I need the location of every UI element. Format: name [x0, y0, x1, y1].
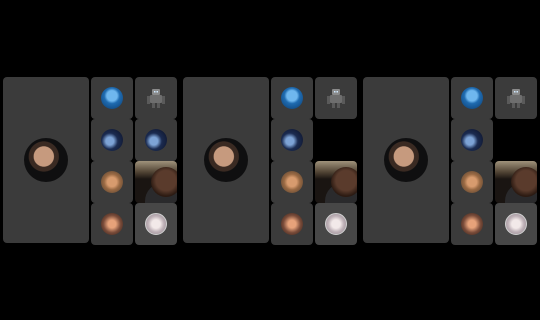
participant-tile-r2c1[interactable]	[495, 161, 537, 203]
dark-artwork-avatar	[461, 129, 483, 151]
robot-avatar	[147, 89, 165, 108]
blonde-avatar	[101, 171, 123, 193]
participant-tile-r2c0[interactable]	[91, 161, 133, 203]
camera-feed	[151, 167, 177, 197]
blonde-avatar	[461, 171, 483, 193]
participant-tile-r0c1[interactable]	[495, 77, 537, 119]
participant-tile-r0c0[interactable]	[91, 77, 133, 119]
camera-feed	[331, 167, 357, 197]
white-hair-avatar	[325, 213, 347, 235]
participant-tile-r3c0[interactable]	[451, 203, 493, 245]
participant-tile-r2c0[interactable]	[271, 161, 313, 203]
participant-tile-r1c1[interactable]	[135, 119, 177, 161]
blue-abstract-avatar	[101, 87, 123, 109]
panel-2	[183, 77, 361, 245]
cat-avatar	[281, 213, 303, 235]
cat-avatar	[461, 213, 483, 235]
robot-avatar	[507, 89, 525, 108]
participant-tile-r0c0[interactable]	[451, 77, 493, 119]
speaker-tile[interactable]	[363, 77, 449, 243]
participant-tile-r0c1[interactable]	[135, 77, 177, 119]
panel-3	[363, 77, 540, 245]
participant-tile-r2c1[interactable]	[315, 161, 357, 203]
cat-avatar	[101, 213, 123, 235]
robot-avatar	[327, 89, 345, 108]
man-avatar	[384, 138, 428, 182]
participant-tile-r1c0[interactable]	[91, 119, 133, 161]
participant-tile-r2c0[interactable]	[451, 161, 493, 203]
video-call-layout-strip	[0, 0, 540, 320]
dark-artwork-avatar	[101, 129, 123, 151]
participant-tile-r3c1[interactable]	[315, 203, 357, 245]
blonde-avatar	[281, 171, 303, 193]
blue-abstract-avatar	[281, 87, 303, 109]
participant-tile-r3c0[interactable]	[91, 203, 133, 245]
man-avatar	[24, 138, 68, 182]
participant-tile-r1c0[interactable]	[271, 119, 313, 161]
white-hair-avatar	[505, 213, 527, 235]
participant-tile-r0c1[interactable]	[315, 77, 357, 119]
participant-tile-r2c1[interactable]	[135, 161, 177, 203]
blue-abstract-avatar	[461, 87, 483, 109]
participant-tile-r3c1[interactable]	[495, 203, 537, 245]
participant-tile-r1c0[interactable]	[451, 119, 493, 161]
participant-tile-r0c0[interactable]	[271, 77, 313, 119]
white-hair-avatar	[145, 213, 167, 235]
blue-figure-avatar	[145, 129, 167, 151]
participant-tile-r3c0[interactable]	[271, 203, 313, 245]
speaker-tile[interactable]	[3, 77, 89, 243]
dark-artwork-avatar	[281, 129, 303, 151]
panel-1	[3, 77, 181, 245]
man-avatar	[204, 138, 248, 182]
participant-tile-r3c1[interactable]	[135, 203, 177, 245]
camera-feed	[511, 167, 537, 197]
speaker-tile[interactable]	[183, 77, 269, 243]
